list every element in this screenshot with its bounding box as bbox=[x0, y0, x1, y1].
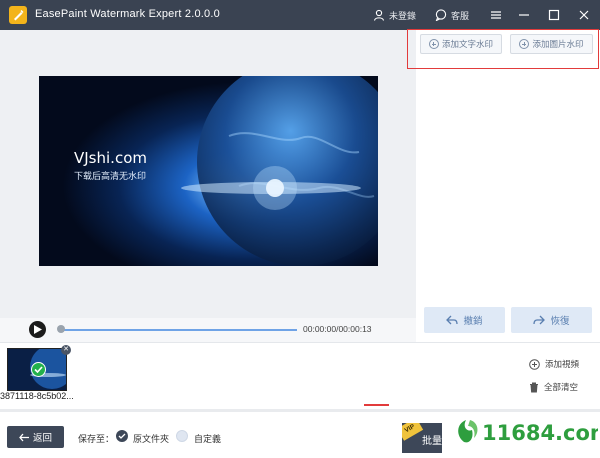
play-icon bbox=[34, 325, 42, 334]
site-logo-text: 11684.com bbox=[482, 421, 598, 445]
drop-indicator bbox=[364, 404, 389, 406]
custom-folder-label: 自定義 bbox=[194, 434, 222, 444]
clip-list: ✕ 3871118-8c5b02... 添加視頻 全部清空 bbox=[0, 342, 600, 412]
batch-label: 批量 bbox=[422, 436, 442, 447]
app-title: EasePaint Watermark Expert 2.0.0.0 bbox=[35, 8, 220, 20]
undo-button[interactable]: 撤銷 bbox=[424, 307, 505, 333]
check-icon bbox=[118, 433, 126, 439]
title-bar: EasePaint Watermark Expert 2.0.0.0 未登錄 客… bbox=[0, 0, 600, 30]
progress-track[interactable] bbox=[60, 329, 297, 331]
customer-service-button[interactable]: 客服 bbox=[435, 7, 469, 23]
plus-circle-icon bbox=[529, 358, 540, 370]
vip-badge: VIP bbox=[402, 423, 424, 441]
site-watermark-logo: 11684.com bbox=[448, 412, 600, 450]
editor-canvas: VJshi.com 下载后高清无水印 bbox=[0, 30, 416, 318]
clip-filename: 3871118-8c5b02... bbox=[0, 391, 74, 401]
redo-icon bbox=[533, 315, 546, 324]
login-label: 未登錄 bbox=[389, 10, 417, 21]
original-folder-label: 原文件夾 bbox=[133, 434, 170, 444]
undo-label: 撤銷 bbox=[463, 316, 483, 327]
minimize-icon[interactable] bbox=[516, 7, 532, 23]
app-logo-icon bbox=[9, 6, 27, 24]
clear-all-button[interactable]: 全部清空 bbox=[529, 381, 578, 393]
remove-clip-icon[interactable]: ✕ bbox=[61, 345, 71, 355]
back-button[interactable]: 返回 bbox=[7, 426, 64, 448]
play-button[interactable] bbox=[29, 321, 46, 338]
preview-brand-text: VJshi.com bbox=[74, 149, 147, 167]
back-arrow-icon bbox=[19, 433, 29, 441]
clear-all-label: 全部清空 bbox=[544, 382, 579, 392]
video-preview[interactable]: VJshi.com 下载后高清无水印 bbox=[39, 76, 378, 266]
trash-icon bbox=[530, 382, 538, 392]
customer-service-label: 客服 bbox=[451, 10, 470, 21]
menu-icon[interactable] bbox=[488, 7, 504, 23]
user-icon bbox=[373, 9, 385, 21]
watermark-panel bbox=[416, 30, 600, 342]
progress-handle[interactable] bbox=[57, 325, 65, 333]
radio-custom-folder[interactable] bbox=[176, 430, 188, 442]
redo-label: 恢復 bbox=[550, 316, 570, 327]
highlight-annotation bbox=[407, 29, 599, 69]
time-readout: 00:00:00/00:00:13 bbox=[303, 324, 372, 334]
add-video-label: 添加視頻 bbox=[545, 359, 580, 369]
add-video-button[interactable]: 添加視頻 bbox=[529, 358, 579, 370]
maximize-icon[interactable] bbox=[546, 7, 562, 23]
clip-thumbnail[interactable] bbox=[7, 348, 67, 391]
login-button[interactable]: 未登錄 bbox=[373, 7, 416, 23]
undo-icon bbox=[446, 315, 459, 324]
redo-button[interactable]: 恢復 bbox=[511, 307, 592, 333]
chat-bubble-icon bbox=[435, 9, 447, 21]
preview-caption-text: 下载后高清无水印 bbox=[74, 171, 147, 181]
save-to-label: 保存至： bbox=[78, 434, 115, 444]
back-label: 返回 bbox=[32, 433, 52, 444]
check-icon bbox=[31, 362, 46, 377]
radio-original-folder[interactable] bbox=[116, 430, 128, 442]
batch-export-button[interactable]: VIP 批量 bbox=[402, 423, 442, 453]
player-bar: 00:00:00/00:00:13 bbox=[0, 318, 416, 342]
close-icon[interactable] bbox=[576, 7, 592, 23]
